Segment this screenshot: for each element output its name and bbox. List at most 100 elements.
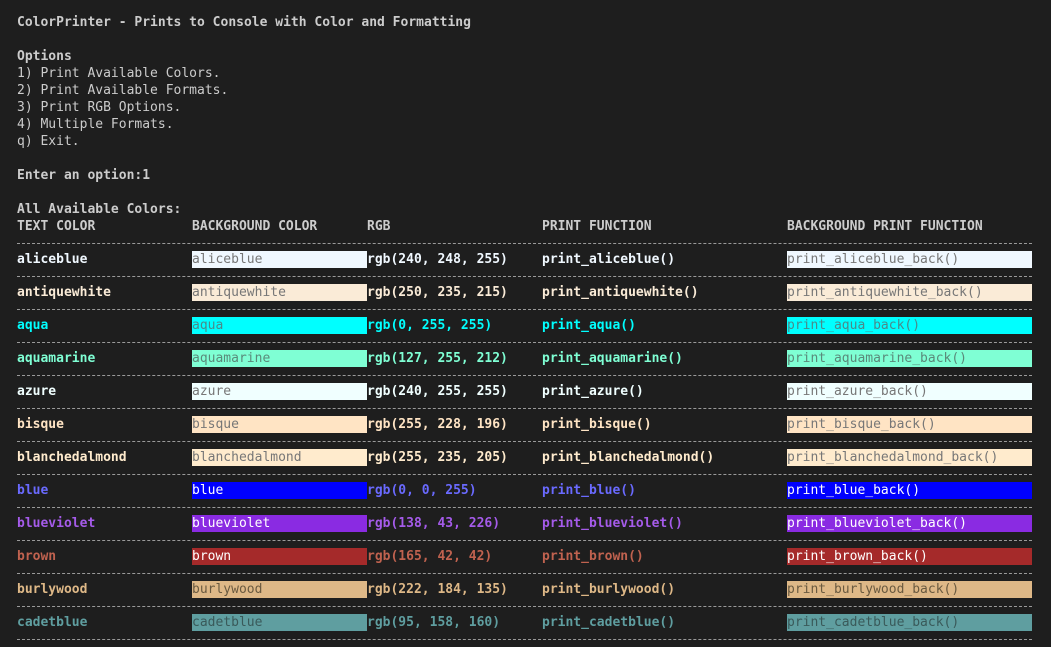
header-background-color: BACKGROUND COLOR — [192, 219, 318, 234]
background-print-function-cell: print_brown_back() — [787, 548, 1032, 565]
background-color-cell: antiquewhite — [192, 284, 367, 301]
dashed-rule — [17, 341, 1032, 343]
background-color-cell: cadetblue — [192, 614, 367, 631]
print-function-cell: print_blueviolet() — [542, 516, 683, 531]
dashed-rule — [17, 407, 1032, 409]
table-row: cadetblue cadetblue rgb(95, 158, 160) print… — [17, 614, 1033, 631]
rgb-cell: rgb(0, 255, 255) — [367, 318, 493, 333]
table-row: antiquewhite antiquewhite rgb(250, 235, 21… — [17, 284, 1033, 301]
dashed-rule — [17, 539, 1032, 541]
table-row: aqua aqua rgb(0, 255, 255) print_aqua() prin… — [17, 317, 1033, 334]
divider — [17, 367, 1033, 383]
divider — [17, 268, 1033, 284]
background-color-cell: aquamarine — [192, 350, 367, 367]
background-print-function-cell: print_aliceblue_back() — [787, 251, 1032, 268]
divider — [17, 235, 1033, 251]
background-color-cell: aliceblue — [192, 251, 367, 268]
dashed-rule — [17, 605, 1032, 607]
print-function-cell: print_brown() — [542, 549, 644, 564]
rgb-cell: rgb(255, 235, 205) — [367, 450, 508, 465]
print-function-cell: print_antiquewhite() — [542, 285, 699, 300]
text-color-cell: blue — [17, 483, 49, 498]
background-color-cell: bisque — [192, 416, 367, 433]
divider — [17, 532, 1033, 548]
dashed-rule — [17, 572, 1032, 574]
text-color-cell: blanchedalmond — [17, 450, 127, 465]
background-color-cell: blanchedalmond — [192, 449, 367, 466]
text-color-cell: brown — [17, 549, 57, 564]
dashed-rule — [17, 506, 1032, 508]
header-rgb: RGB — [367, 219, 391, 234]
text-color-cell: azure — [17, 384, 57, 399]
divider — [17, 631, 1033, 647]
table-row: aquamarine aquamarine rgb(127, 255, 212) pr… — [17, 350, 1033, 367]
header-background-print-function: BACKGROUND PRINT FUNCTION — [787, 219, 983, 234]
rgb-cell: rgb(240, 248, 255) — [367, 252, 508, 267]
dashed-rule — [17, 440, 1032, 442]
background-print-function-cell: print_antiquewhite_back() — [787, 284, 1032, 301]
table-row: brown brown rgb(165, 42, 42) print_brown() p… — [17, 548, 1033, 565]
dashed-rule — [17, 275, 1032, 277]
background-print-function-cell: print_cadetblue_back() — [787, 614, 1032, 631]
background-color-cell: blue — [192, 482, 367, 499]
terminal-output: ColorPrinter - Prints to Console with Co… — [17, 14, 1033, 647]
print-function-cell: print_azure() — [542, 384, 644, 399]
background-print-function-cell: print_blanchedalmond_back() — [787, 449, 1032, 466]
background-print-function-cell: print_blue_back() — [787, 482, 1032, 499]
table-row: blue blue rgb(0, 0, 255) print_blue() print_… — [17, 482, 1033, 499]
print-function-cell: print_blanchedalmond() — [542, 450, 715, 465]
background-print-function-cell: print_aqua_back() — [787, 317, 1032, 334]
text-color-cell: antiquewhite — [17, 285, 111, 300]
print-function-cell: print_aliceblue() — [542, 252, 676, 267]
option-3: 3) Print RGB Options. — [17, 100, 182, 115]
dashed-rule — [17, 242, 1032, 244]
program-title: ColorPrinter - Prints to Console with Co… — [17, 15, 471, 30]
print-function-cell: print_burlywood() — [542, 582, 676, 597]
table-row: azure azure rgb(240, 255, 255) print_azure(… — [17, 383, 1033, 400]
option-2: 2) Print Available Formats. — [17, 83, 229, 98]
print-function-cell: print_aquamarine() — [542, 351, 683, 366]
option-q: q) Exit. — [17, 134, 80, 149]
rgb-cell: rgb(222, 184, 135) — [367, 582, 508, 597]
section-title: All Available Colors: — [17, 202, 182, 217]
text-color-cell: bisque — [17, 417, 64, 432]
text-color-cell: aquamarine — [17, 351, 96, 366]
table-row: burlywood burlywood rgb(222, 184, 135) prin… — [17, 581, 1033, 598]
background-color-cell: burlywood — [192, 581, 367, 598]
print-function-cell: print_bisque() — [542, 417, 652, 432]
rgb-cell: rgb(240, 255, 255) — [367, 384, 508, 399]
dashed-rule — [17, 473, 1032, 475]
color-table: aliceblue aliceblue rgb(240, 248, 255) prin… — [17, 235, 1033, 647]
text-color-cell: cadetblue — [17, 615, 88, 630]
background-print-function-cell: print_burlywood_back() — [787, 581, 1032, 598]
background-color-cell: aqua — [192, 317, 367, 334]
print-function-cell: print_cadetblue() — [542, 615, 676, 630]
text-color-cell: burlywood — [17, 582, 88, 597]
table-row: blueviolet blueviolet rgb(138, 43, 226) pri… — [17, 515, 1033, 532]
dashed-rule — [17, 638, 1032, 640]
background-print-function-cell: print_bisque_back() — [787, 416, 1032, 433]
divider — [17, 499, 1033, 515]
table-row: blanchedalmond blanchedalmond rgb(255, 235… — [17, 449, 1033, 466]
table-row: bisque bisque rgb(255, 228, 196) print_bisq… — [17, 416, 1033, 433]
background-print-function-cell: print_aquamarine_back() — [787, 350, 1032, 367]
dashed-rule — [17, 374, 1032, 376]
rgb-cell: rgb(0, 0, 255) — [367, 483, 477, 498]
divider — [17, 433, 1033, 449]
option-1: 1) Print Available Colors. — [17, 66, 221, 81]
option-4: 4) Multiple Formats. — [17, 117, 174, 132]
options-heading: Options — [17, 49, 72, 64]
background-color-cell: brown — [192, 548, 367, 565]
rgb-cell: rgb(138, 43, 226) — [367, 516, 501, 531]
option-prompt[interactable]: Enter an option:1 — [17, 167, 1033, 184]
rgb-cell: rgb(95, 158, 160) — [367, 615, 501, 630]
header-text-color: TEXT COLOR — [17, 219, 96, 234]
divider — [17, 565, 1033, 581]
divider — [17, 598, 1033, 614]
background-color-cell: blueviolet — [192, 515, 367, 532]
print-function-cell: print_blue() — [542, 483, 636, 498]
print-function-cell: print_aqua() — [542, 318, 636, 333]
divider — [17, 301, 1033, 317]
